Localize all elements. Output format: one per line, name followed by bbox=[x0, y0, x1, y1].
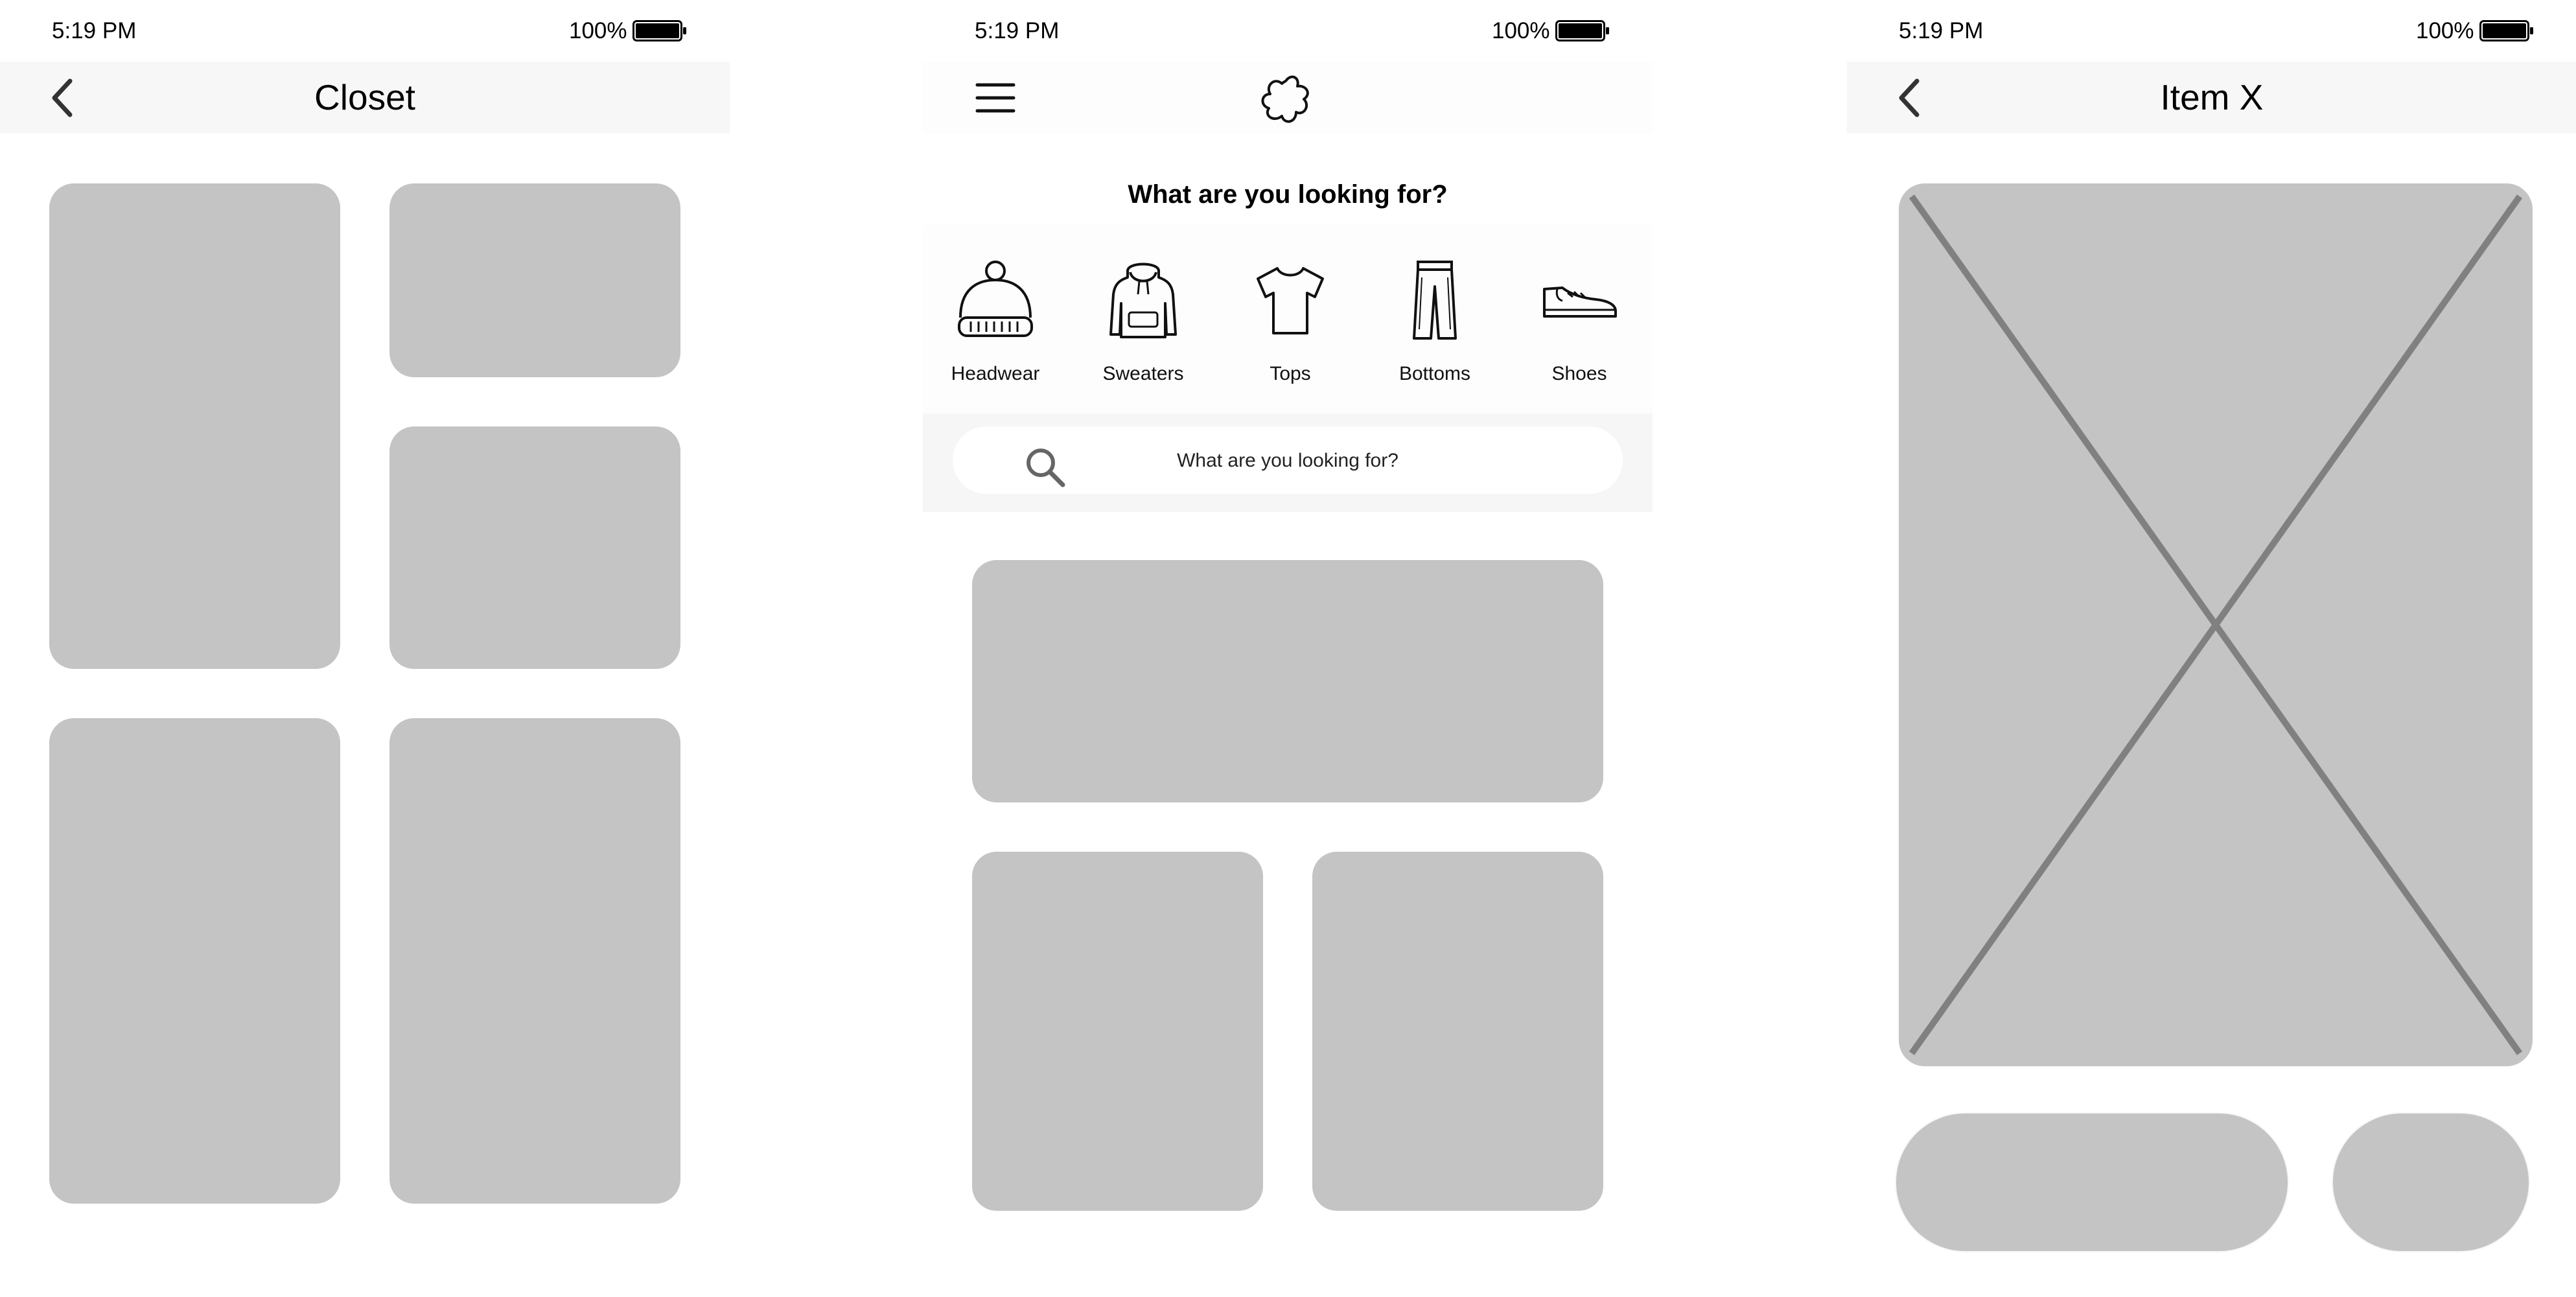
closet-nav-bar: Closet bbox=[0, 62, 730, 134]
item-nav-bar: Item X bbox=[1847, 62, 2576, 134]
featured-banner[interactable] bbox=[972, 560, 1603, 802]
page-title: Closet bbox=[314, 77, 415, 117]
hamburger-menu-icon[interactable] bbox=[975, 80, 1016, 116]
hoodie-icon bbox=[1109, 263, 1177, 338]
home-nav-bar bbox=[923, 62, 1653, 134]
category-tops[interactable]: Tops bbox=[1225, 224, 1355, 414]
product-tile[interactable] bbox=[972, 852, 1263, 1211]
closet-screen: 5:19 PM 100% Closet bbox=[0, 0, 730, 1297]
category-shoes[interactable]: Shoes bbox=[1514, 224, 1644, 414]
tshirt-icon bbox=[1257, 267, 1324, 334]
category-label: Sweaters bbox=[1102, 363, 1184, 384]
item-screen: 5:19 PM 100% Item X bbox=[1847, 0, 2576, 1297]
category-label: Tops bbox=[1270, 363, 1311, 384]
search-placeholder: What are you looking for? bbox=[1177, 450, 1398, 471]
battery-percentage: 100% bbox=[2416, 18, 2474, 43]
secondary-action-button[interactable] bbox=[2333, 1114, 2529, 1251]
closet-item-tile[interactable] bbox=[389, 426, 680, 669]
category-bottoms[interactable]: Bottoms bbox=[1370, 224, 1500, 414]
closet-item-tile[interactable] bbox=[389, 718, 680, 1204]
primary-action-button[interactable] bbox=[1896, 1114, 2288, 1251]
search-band: What are you looking for? bbox=[923, 414, 1653, 512]
closet-item-tile[interactable] bbox=[49, 183, 340, 669]
battery-icon bbox=[1555, 20, 1609, 41]
category-label: Shoes bbox=[1551, 363, 1607, 384]
closet-item-tile[interactable] bbox=[49, 718, 340, 1204]
page-title: Item X bbox=[2160, 77, 2264, 117]
item-image-placeholder bbox=[1899, 183, 2533, 1066]
home-screen: 5:19 PM 100% What are you looking for? H… bbox=[923, 0, 1653, 1297]
status-bar: 5:19 PM 100% bbox=[923, 0, 1653, 62]
category-sweaters[interactable]: Sweaters bbox=[1078, 224, 1208, 414]
product-tile[interactable] bbox=[1312, 852, 1603, 1211]
app-logo-icon[interactable] bbox=[1259, 73, 1313, 125]
battery-percentage: 100% bbox=[1492, 18, 1550, 43]
category-headwear[interactable]: Headwear bbox=[931, 224, 1060, 414]
status-time: 5:19 PM bbox=[1899, 18, 1984, 43]
category-label: Bottoms bbox=[1398, 363, 1471, 384]
battery-icon bbox=[2479, 20, 2533, 41]
status-bar: 5:19 PM 100% bbox=[1847, 0, 2576, 62]
status-time: 5:19 PM bbox=[52, 18, 137, 43]
category-label: Headwear bbox=[951, 363, 1040, 384]
battery-icon bbox=[632, 20, 686, 41]
battery-percentage: 100% bbox=[569, 18, 627, 43]
search-input[interactable]: What are you looking for? bbox=[953, 426, 1623, 494]
beanie-icon bbox=[958, 261, 1033, 337]
search-prompt-heading: What are you looking for? bbox=[1128, 180, 1448, 209]
category-row: Headwear Sweaters Tops Bottoms Shoes bbox=[923, 224, 1653, 414]
pants-icon bbox=[1413, 261, 1457, 340]
sneaker-icon bbox=[1543, 286, 1617, 318]
status-bar: 5:19 PM 100% bbox=[0, 0, 730, 62]
closet-item-tile[interactable] bbox=[389, 183, 680, 377]
status-time: 5:19 PM bbox=[975, 18, 1060, 43]
